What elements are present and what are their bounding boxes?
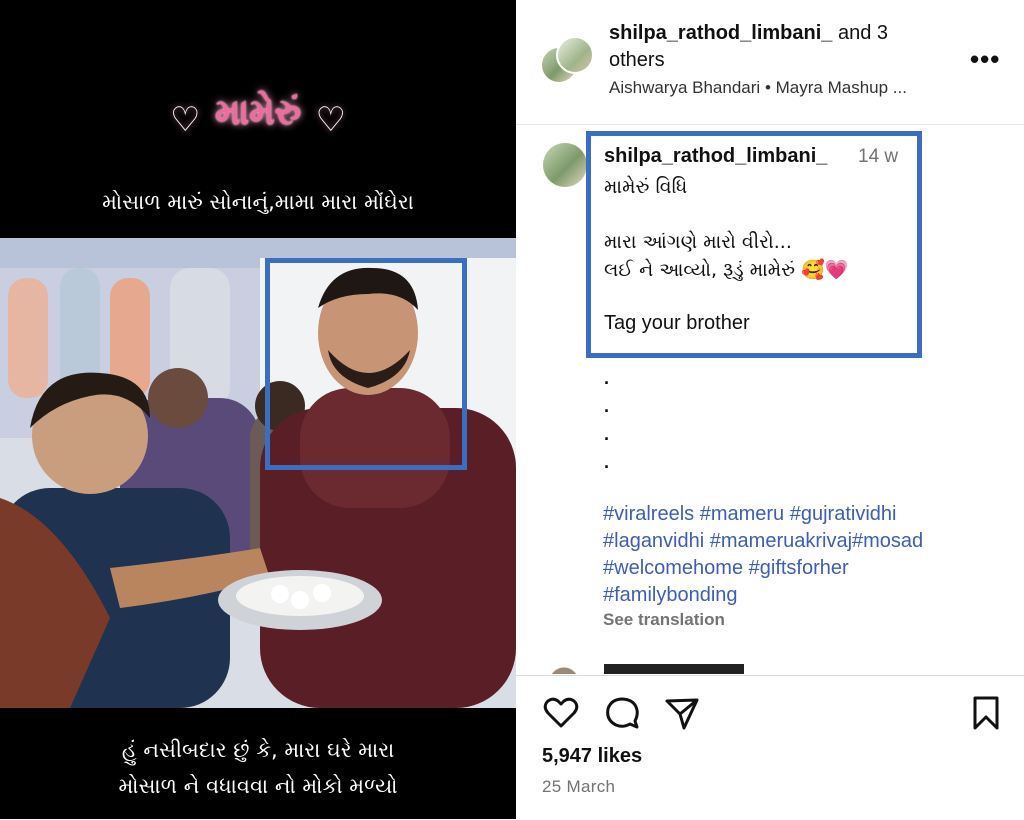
hashtag-line[interactable]: #viralreels #mameru #gujrativi​dhi: [603, 503, 896, 526]
see-translation-link[interactable]: See translation: [603, 610, 725, 630]
post-author-username[interactable]: shilpa_rathod_limbani_: [609, 22, 832, 44]
share-icon[interactable]: [662, 693, 702, 733]
hashtag-line[interactable]: #welcomehome #giftsforher: [603, 557, 849, 580]
caption-dot: .: [604, 452, 610, 472]
media-caption-bottom: હું નસીબદાર છું કે, મારા ઘરે મારા મોસાળ …: [0, 732, 516, 804]
next-comment-cutoff: [544, 664, 944, 674]
media-caption-bottom-line2: મોસાળ ને વધાવવા નો મોકો મળ્યો: [118, 774, 398, 798]
post-authors[interactable]: shilpa_rathod_limbani_ and 3 others: [609, 20, 949, 74]
media-title: ♡ મામેરું ♡: [0, 92, 516, 140]
media-title-text: મામેરું: [214, 92, 302, 133]
caption-dot: .: [604, 396, 610, 416]
caption-author-avatar[interactable]: [543, 143, 587, 187]
heart-icon[interactable]: [541, 693, 581, 733]
audio-artist[interactable]: Aishwarya Bhandari: [609, 78, 760, 97]
audio-separator: •: [764, 78, 771, 97]
caption-highlight-box: [586, 131, 922, 358]
bookmark-icon[interactable]: [966, 693, 1006, 733]
audio-attribution[interactable]: Aishwarya Bhandari • Mayra Mashup ...: [609, 78, 907, 98]
post-date[interactable]: 25 March: [542, 777, 615, 797]
media-caption-top: મોસાળ મારું સોનાનું,મામા મારા મોંઘેરા: [102, 190, 414, 214]
more-options-icon[interactable]: •••: [970, 44, 1000, 75]
face-highlight-box: [265, 258, 467, 470]
hashtag-line[interactable]: #laganvidhi #mameruakrivaj#mosad: [603, 530, 923, 553]
hashtag-line[interactable]: #familybonding: [603, 584, 738, 607]
comment-icon[interactable]: [602, 693, 642, 733]
heart-outline-decoration-icon: ♡: [170, 100, 201, 139]
media-caption-bottom-line1: હું નસીબદાર છું કે, મારા ઘરે મારા: [121, 738, 395, 762]
audio-title[interactable]: Mayra Mashup ...: [776, 78, 907, 97]
author-avatar-secondary[interactable]: [556, 36, 594, 74]
caption-dot: .: [604, 424, 610, 444]
likes-count[interactable]: 5,947 likes: [542, 745, 642, 768]
heart-outline-decoration-icon: ♡: [315, 100, 346, 139]
caption-dot: .: [604, 368, 610, 388]
